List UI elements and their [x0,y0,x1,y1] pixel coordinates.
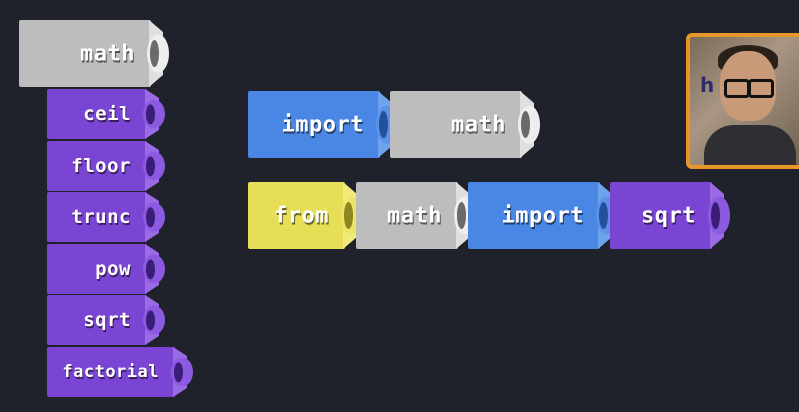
canvas: math ceil floor trunc pow sqrt factorial [0,0,799,412]
block-label: sqrt [83,309,131,331]
math-module-block[interactable]: math [19,20,169,87]
block-label: import [281,112,364,137]
connector-icon [143,99,165,129]
connector-icon [708,196,730,235]
block-label: sqrt [641,203,696,228]
block-label: math [451,112,506,137]
math-module-block[interactable]: math [356,182,476,249]
block-label: import [501,203,584,228]
function-block-sqrt[interactable]: sqrt [610,182,730,249]
connector-icon [143,151,165,181]
connector-icon [171,357,193,387]
block-label: trunc [71,206,131,228]
function-block-floor[interactable]: floor [47,141,165,191]
block-label: floor [71,155,131,177]
connector-icon [143,254,165,284]
block-label: ceil [83,103,131,125]
connector-icon [147,34,169,73]
import-keyword-block[interactable]: import [468,182,618,249]
block-label: math [80,41,135,66]
block-label: factorial [62,362,159,382]
from-keyword-block[interactable]: from [248,182,363,249]
webcam-overlay: h t [686,33,799,169]
connector-icon [143,305,165,335]
math-module-block[interactable]: math [390,91,540,158]
import-keyword-block[interactable]: import [248,91,398,158]
connector-icon [518,105,540,144]
glasses-icon [724,79,774,98]
connector-icon [143,202,165,232]
block-label: pow [95,258,131,280]
function-block-ceil[interactable]: ceil [47,89,165,139]
block-label: math [387,203,442,228]
function-block-trunc[interactable]: trunc [47,192,165,242]
presenter-shirt [704,125,796,165]
function-block-factorial[interactable]: factorial [47,347,193,397]
function-block-pow[interactable]: pow [47,244,165,294]
block-label: from [274,203,329,228]
function-block-sqrt[interactable]: sqrt [47,295,165,345]
